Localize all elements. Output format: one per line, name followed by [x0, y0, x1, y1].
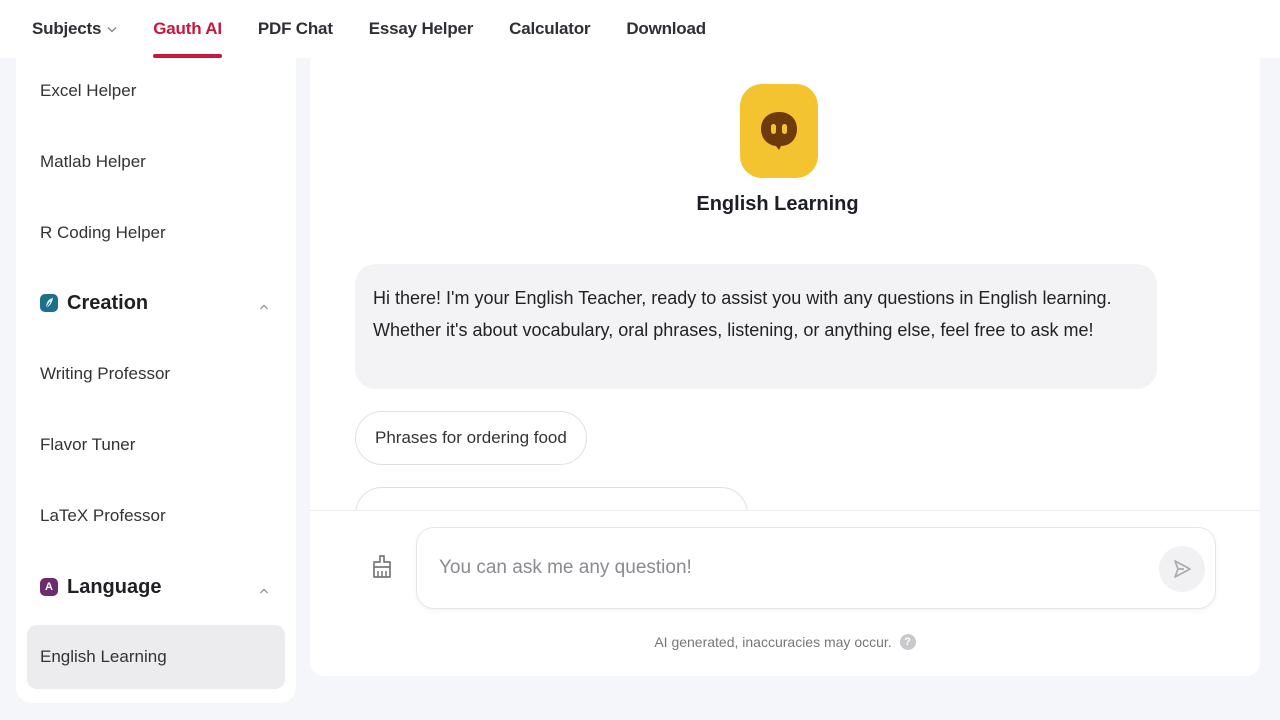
sidebar-item-excel-helper[interactable]: Excel Helper [27, 59, 285, 123]
nav-essay-helper-label: Essay Helper [368, 19, 474, 38]
bot-avatar [740, 84, 818, 178]
sidebar-item-label: Writing Professor [40, 364, 171, 383]
send-button[interactable] [1159, 546, 1205, 592]
nav-pdf-chat-label: PDF Chat [257, 19, 333, 38]
nav-pdf-chat[interactable]: PDF Chat [258, 0, 333, 58]
chevron-up-icon[interactable] [259, 295, 269, 310]
sidebar-item-english-learning[interactable]: English Learning [27, 625, 285, 689]
nav-download[interactable]: Download [626, 0, 706, 58]
sidebar-item-label: English Learning [40, 647, 167, 666]
chat-scroll-area[interactable]: English Learning Hi there! I'm your Engl… [310, 58, 1260, 510]
chevron-down-icon [107, 24, 117, 36]
nav-calculator[interactable]: Calculator [509, 0, 590, 58]
sidebar-group-label: Language [67, 575, 162, 598]
page-gutter [1262, 58, 1280, 720]
divider [310, 510, 1260, 511]
sidebar-group-creation[interactable]: Creation [27, 283, 285, 323]
nav-download-label: Download [626, 19, 706, 38]
suggestion-chip[interactable] [355, 487, 748, 510]
nav-calculator-label: Calculator [509, 19, 591, 38]
sidebar-item-flavor-tuner[interactable]: Flavor Tuner [27, 413, 285, 477]
question-input-box [416, 527, 1216, 609]
sidebar-item-label: Matlab Helper [40, 152, 146, 171]
disclaimer-text: AI generated, inaccuracies may occur. [654, 634, 892, 650]
nav-essay-helper[interactable]: Essay Helper [368, 0, 474, 58]
send-icon [1174, 560, 1191, 578]
suggestion-chip[interactable]: Phrases for ordering food [355, 411, 587, 465]
sidebar-item-writing-professor[interactable]: Writing Professor [27, 342, 285, 406]
letter-a-icon: A [40, 578, 58, 596]
sidebar-item-label: Excel Helper [40, 81, 137, 100]
top-nav: Subjects Gauth AI PDF Chat Essay Helper … [0, 0, 1280, 58]
bot-message: Hi there! I'm your English Teacher, read… [355, 264, 1157, 389]
help-icon[interactable]: ? [899, 634, 916, 650]
sidebar-group-language[interactable]: A Language [27, 567, 285, 607]
bot-name: English Learning [696, 193, 859, 215]
sidebar-item-r-coding-helper[interactable]: R Coding Helper [27, 201, 285, 265]
sidebar-item-label: LaTeX Professor [40, 506, 166, 525]
chat-panel: English Learning Hi there! I'm your Engl… [310, 58, 1260, 676]
sidebar-item-label: R Coding Helper [40, 223, 166, 242]
sidebar-item-matlab-helper[interactable]: Matlab Helper [27, 130, 285, 194]
suggestion-chip-label: Phrases for ordering food [375, 428, 567, 447]
chevron-up-icon[interactable] [259, 579, 269, 594]
disclaimer: AI generated, inaccuracies may occur. ? [310, 634, 1260, 650]
nav-subjects-label: Subjects [32, 19, 102, 38]
sidebar-item-label: Flavor Tuner [40, 435, 136, 454]
nav-subjects[interactable]: Subjects [32, 0, 117, 58]
sidebar-group-label: Creation [67, 291, 149, 314]
sidebar: Excel Helper Matlab Helper R Coding Help… [16, 58, 296, 703]
question-input[interactable] [439, 550, 1139, 586]
broom-icon [373, 555, 391, 578]
nav-gauth-ai-label: Gauth AI [153, 19, 222, 38]
clear-chat-button[interactable] [368, 552, 396, 582]
chat-bubble-face-icon [761, 112, 797, 150]
nav-gauth-ai[interactable]: Gauth AI [153, 0, 222, 58]
leaf-icon [40, 294, 58, 312]
sidebar-item-latex-professor[interactable]: LaTeX Professor [27, 484, 285, 548]
